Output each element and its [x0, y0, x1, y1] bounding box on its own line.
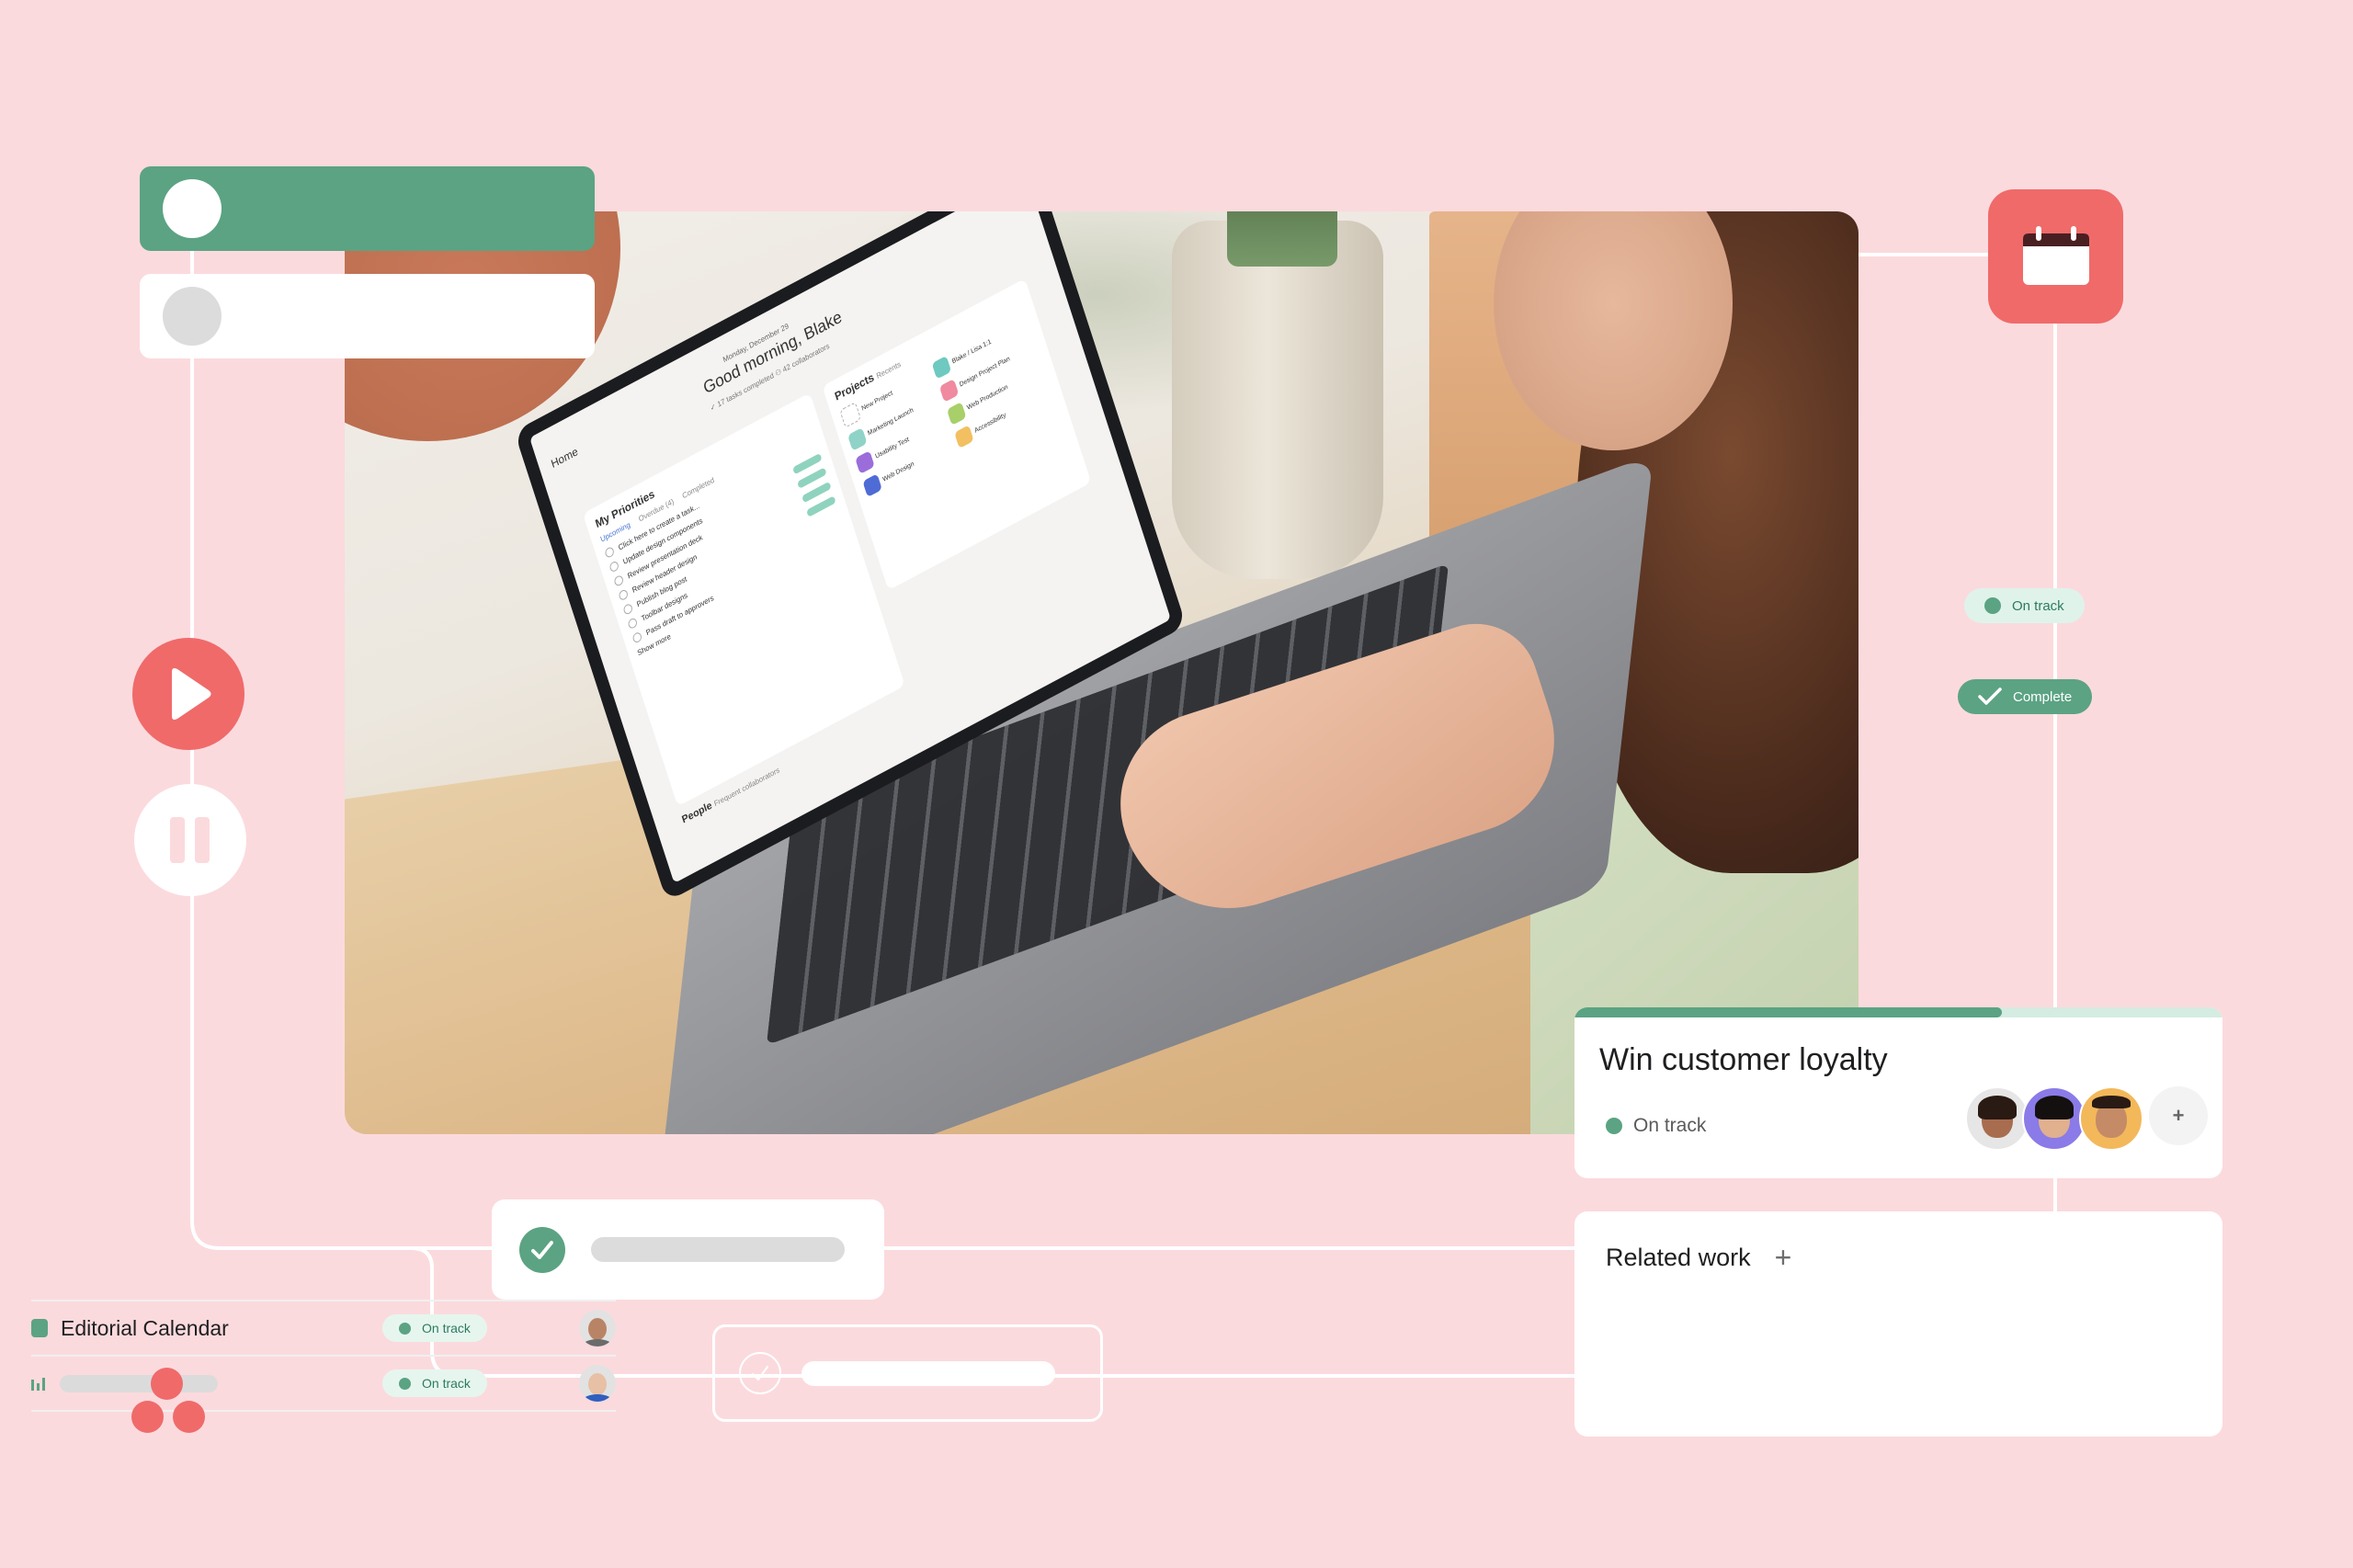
bar-avatar-placeholder [163, 287, 222, 346]
avatar[interactable] [2022, 1086, 2086, 1151]
add-related-work-button[interactable]: + [1775, 1243, 1792, 1272]
project-icon [947, 402, 967, 426]
task-check-icon [613, 574, 625, 588]
goal-card[interactable]: Win customer loyalty On track + [1574, 1007, 2222, 1178]
goal-status-label: On track [1633, 1115, 1707, 1136]
status-dot-icon [399, 1377, 411, 1390]
status-badge: On track [382, 1369, 487, 1397]
calendar-app-tile[interactable] [1988, 189, 2123, 324]
selected-list-item-bar[interactable] [140, 166, 595, 251]
related-work-header: Related work + [1606, 1243, 1791, 1272]
task-check-icon [608, 560, 620, 574]
project-icon [931, 355, 952, 380]
status-dot-icon [1984, 597, 2001, 614]
avatar-hair [2092, 1096, 2131, 1108]
project-icon [862, 473, 882, 498]
on-track-pill-label: On track [2012, 597, 2064, 614]
play-icon [172, 668, 211, 720]
task-name-placeholder [801, 1360, 1055, 1386]
avatar-hair [2035, 1096, 2074, 1119]
checkmark-icon [1978, 687, 2002, 705]
task-check-outline-icon[interactable] [739, 1352, 781, 1394]
screen-page-title: Home [549, 444, 580, 472]
complete-pill: Complete [1958, 679, 2093, 714]
project-icon [847, 427, 868, 451]
avatar[interactable] [1965, 1086, 2029, 1151]
task-check-icon [627, 617, 639, 631]
avatar[interactable] [2079, 1086, 2143, 1151]
goal-members: + [1965, 1086, 2208, 1151]
add-member-button[interactable]: + [2149, 1086, 2208, 1145]
task-check-icon [631, 631, 643, 644]
incomplete-task-card[interactable] [712, 1324, 1103, 1422]
avatar-body [582, 1339, 613, 1346]
screen-projects-widget: Projects Recents New Project Blake / Lis… [822, 278, 1092, 591]
screen-projects-filter: Recents [875, 359, 903, 381]
photo-plant-pot [1172, 221, 1383, 579]
project-icon [938, 378, 960, 403]
goal-status: On track [1606, 1115, 1706, 1137]
screen-project-name: New Project [860, 389, 894, 413]
avatar[interactable] [579, 1310, 616, 1346]
avatar[interactable] [579, 1365, 616, 1402]
related-work-row[interactable]: Editorial Calendar On track [31, 1300, 616, 1355]
screen-project-name: Accessibility [973, 411, 1007, 435]
project-icon [954, 425, 974, 449]
task-name-placeholder [591, 1237, 845, 1262]
goal-progress-fill [1574, 1007, 2003, 1017]
screen-people-title: People [680, 800, 714, 826]
pause-button[interactable] [134, 784, 246, 896]
avatar-body [582, 1394, 613, 1402]
status-badge: On track [382, 1314, 487, 1342]
portfolio-bars-icon [31, 1376, 45, 1391]
avatar-face [588, 1318, 607, 1340]
bar-avatar-placeholder [163, 179, 222, 238]
screen-project-name: Web Design [881, 460, 915, 483]
related-work-card: Related work + [1574, 1211, 2222, 1437]
avatar-face [2092, 1096, 2131, 1138]
related-work-name: Editorial Calendar [61, 1315, 229, 1340]
avatar-hair [1978, 1096, 2017, 1119]
related-work-title: Related work [1606, 1243, 1751, 1271]
task-complete-check-icon[interactable] [519, 1226, 565, 1273]
task-check-icon [604, 545, 616, 560]
calendar-icon [2022, 226, 2089, 285]
list-item-bar[interactable] [140, 274, 595, 358]
related-work-row[interactable]: On track [31, 1355, 616, 1412]
add-project-icon [839, 402, 862, 428]
avatar-face [2035, 1096, 2074, 1138]
play-button[interactable] [132, 638, 244, 750]
project-icon [855, 450, 875, 474]
project-square-icon [31, 1319, 48, 1337]
complete-pill-label: Complete [2013, 688, 2073, 705]
avatar-face [1978, 1096, 2017, 1138]
avatar-face [588, 1373, 607, 1395]
screen-project-name: Usability Test [874, 436, 910, 460]
task-check-icon [618, 588, 630, 602]
on-track-pill: On track [1964, 588, 2085, 623]
photo-plant-leaves [1227, 211, 1337, 267]
pause-icon [170, 817, 210, 863]
task-check-icon [622, 602, 634, 616]
asana-logo-icon [129, 1368, 206, 1441]
goal-progress-bar [1574, 1007, 2222, 1017]
goal-title: Win customer loyalty [1599, 1042, 1888, 1077]
status-badge-label: On track [422, 1376, 471, 1391]
status-dot-icon [399, 1322, 411, 1335]
status-dot-icon [1606, 1118, 1622, 1134]
status-badge-label: On track [422, 1321, 471, 1335]
completed-task-card[interactable] [492, 1199, 884, 1300]
